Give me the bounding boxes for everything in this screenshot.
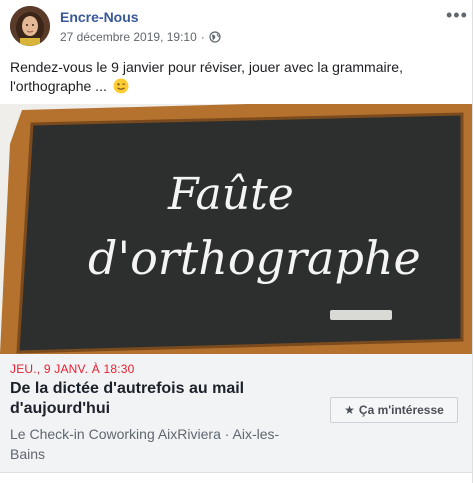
winking-face-icon [113, 78, 129, 94]
chalkboard-image: Faûte d'orthographe [0, 104, 472, 354]
chalk-line1: Faûte [167, 169, 294, 220]
chalk-line2: d'orthographe [88, 231, 421, 285]
interested-button-label: Ça m'intéresse [358, 403, 444, 417]
more-options-icon[interactable]: ••• [446, 6, 467, 26]
event-card[interactable]: JEU., 9 JANV. À 18:30 De la dictée d'aut… [0, 354, 472, 473]
event-location[interactable]: Le Check-in Coworking AixRiviera · Aix-l… [10, 424, 310, 464]
globe-icon[interactable] [209, 31, 221, 43]
event-cover-image[interactable]: Faûte d'orthographe [0, 104, 472, 354]
interested-button[interactable]: ★ Ça m'intéresse [330, 397, 458, 423]
post-header: Encre-Nous 27 décembre 2019, 19:10 · ••• [10, 6, 467, 50]
page-name-link[interactable]: Encre-Nous [60, 9, 139, 25]
event-title[interactable]: De la dictée d'autrefois au mail d'aujou… [10, 379, 310, 419]
post-text-line1: Rendez-vous le 9 janvier pour réviser, j… [10, 59, 403, 75]
star-icon: ★ [344, 403, 355, 417]
post-text: Rendez-vous le 9 janvier pour réviser, j… [10, 58, 450, 96]
meta-separator: · [200, 30, 205, 44]
post-meta: 27 décembre 2019, 19:10 · [60, 30, 221, 44]
event-date: JEU., 9 JANV. À 18:30 [10, 362, 135, 376]
card-border [472, 0, 473, 483]
facebook-post: Encre-Nous 27 décembre 2019, 19:10 · •••… [0, 0, 474, 483]
avatar-image [10, 6, 50, 46]
post-text-line2: l'orthographe ... [10, 78, 107, 94]
post-timestamp[interactable]: 27 décembre 2019, 19:10 [60, 30, 197, 44]
page-avatar[interactable] [10, 6, 50, 46]
